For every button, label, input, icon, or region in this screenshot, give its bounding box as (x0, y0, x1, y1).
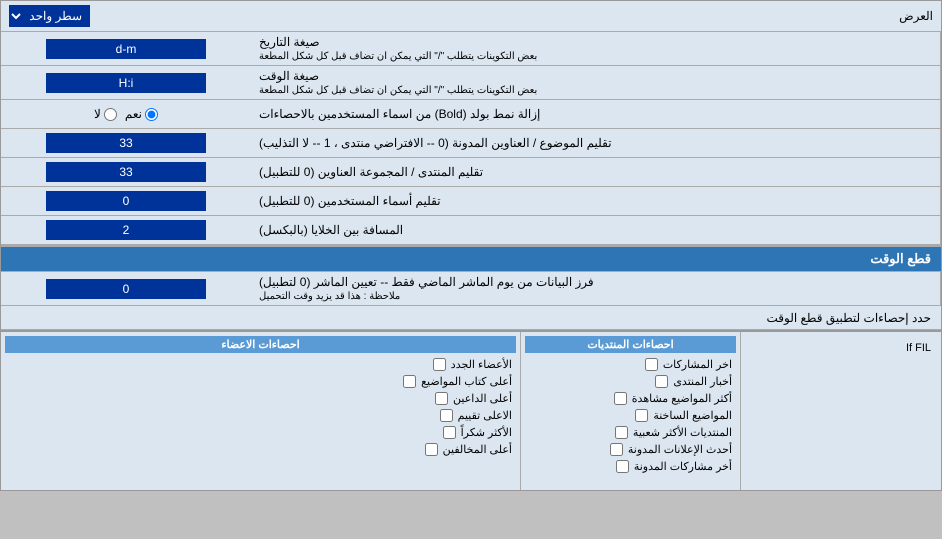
time-cut-main-label: فرز البيانات من يوم الماشر الماضي فقط --… (259, 275, 594, 289)
post-stat-item-0[interactable]: اخر المشاركات (525, 356, 736, 373)
member-stat-label-5: أعلى المخالفين (443, 443, 512, 456)
time-cut-row: فرز البيانات من يوم الماشر الماضي فقط --… (1, 272, 941, 306)
time-cut-input[interactable] (46, 279, 206, 299)
member-stat-label-3: الاعلى تقييم (458, 409, 512, 422)
cell-spacing-label: المسافة بين الخلايا (بالبكسل) (251, 216, 941, 244)
forum-sort-input[interactable] (46, 162, 206, 182)
time-format-row: صيغة الوقت بعض التكوينات يتطلب "/" التي … (1, 66, 941, 100)
topic-sort-input-cell (1, 129, 251, 157)
bold-remove-input-cell: نعم لا (1, 100, 251, 128)
forum-sort-label: تقليم المنتدى / المجموعة العناوين (0 للت… (251, 158, 941, 186)
date-format-input[interactable] (46, 39, 206, 59)
member-stat-item-4[interactable]: الأكثر شكراً (5, 424, 516, 441)
post-stat-check-2[interactable] (614, 392, 627, 405)
members-stats-header: احصاءات الاعضاء (5, 336, 516, 353)
stats-right-panel: If FIL (741, 332, 941, 490)
user-sort-input[interactable] (46, 191, 206, 211)
date-format-input-cell (1, 35, 251, 63)
post-stat-check-5[interactable] (610, 443, 623, 456)
bold-remove-radio-group: نعم لا (94, 107, 158, 121)
apply-label-row: حدد إحصاءات لتطبيق قطع الوقت (1, 306, 941, 330)
member-stat-item-0[interactable]: الأعضاء الجدد (5, 356, 516, 373)
member-stat-check-1[interactable] (403, 375, 416, 388)
bold-remove-no-label[interactable]: لا (94, 107, 117, 121)
stats-middle-panel: احصاءات المنتديات اخر المشاركات أخبار ال… (521, 332, 741, 490)
post-stat-label-1: أخبار المنتدى (673, 375, 732, 388)
bold-remove-row: إزالة نمط بولد (Bold) من اسماء المستخدمي… (1, 100, 941, 129)
member-stat-label-0: الأعضاء الجدد (451, 358, 512, 371)
post-stat-label-2: أكثر المواضيع مشاهدة (632, 392, 732, 405)
if-fil-text: If FIL (745, 336, 937, 360)
member-stat-label-2: أعلى الداعين (453, 392, 512, 405)
posts-stats-header: احصاءات المنتديات (525, 336, 736, 353)
display-mode-select[interactable]: سطر واحد سطرين (9, 5, 90, 27)
member-stat-label-4: الأكثر شكراً (461, 426, 512, 439)
post-stat-check-0[interactable] (645, 358, 658, 371)
time-cut-input-cell (1, 275, 251, 303)
time-cut-label: فرز البيانات من يوم الماشر الماضي فقط --… (251, 272, 941, 305)
time-format-input[interactable] (46, 73, 206, 93)
bold-remove-yes-radio[interactable] (145, 108, 158, 121)
post-stat-item-1[interactable]: أخبار المنتدى (525, 373, 736, 390)
post-stat-label-6: أخر مشاركات المدونة (634, 460, 732, 473)
post-stat-label-3: المواضيع الساخنة (653, 409, 732, 422)
post-stat-label-4: المنتديات الأكثر شعبية (633, 426, 732, 439)
member-stat-check-5[interactable] (425, 443, 438, 456)
cell-spacing-input[interactable] (46, 220, 206, 240)
post-stat-item-5[interactable]: أحدث الإعلانات المدونة (525, 441, 736, 458)
top-select-area: سطر واحد سطرين (9, 5, 90, 27)
user-sort-label: تقليم أسماء المستخدمين (0 للتطبيل) (251, 187, 941, 215)
topic-sort-label: تقليم الموضوع / العناوين المدونة (0 -- ا… (251, 129, 941, 157)
top-header-row: العرض سطر واحد سطرين (1, 1, 941, 32)
time-format-label: صيغة الوقت بعض التكوينات يتطلب "/" التي … (251, 66, 941, 99)
bold-remove-yes-label[interactable]: نعم (125, 107, 158, 121)
date-format-row: صيغة التاريخ بعض التكوينات يتطلب "/" الت… (1, 32, 941, 66)
member-stat-item-5[interactable]: أعلى المخالفين (5, 441, 516, 458)
page-title: العرض (899, 9, 933, 23)
member-stat-item-3[interactable]: الاعلى تقييم (5, 407, 516, 424)
member-stat-check-3[interactable] (440, 409, 453, 422)
stats-left-panel: احصاءات الاعضاء الأعضاء الجدد أعلى كتاب … (1, 332, 521, 490)
post-stat-check-3[interactable] (635, 409, 648, 422)
topic-sort-row: تقليم الموضوع / العناوين المدونة (0 -- ا… (1, 129, 941, 158)
time-cut-note: ملاحظة : هذا قد يزيد وقت التحميل (259, 291, 400, 302)
post-stat-item-6[interactable]: أخر مشاركات المدونة (525, 458, 736, 475)
time-format-main-label: صيغة الوقت (259, 69, 319, 83)
member-stat-item-2[interactable]: أعلى الداعين (5, 390, 516, 407)
time-cut-section-header: قطع الوقت (1, 245, 941, 272)
member-stat-label-1: أعلى كتاب المواضيع (421, 375, 512, 388)
topic-sort-input[interactable] (46, 133, 206, 153)
forum-sort-input-cell (1, 158, 251, 186)
stats-container: If FIL احصاءات المنتديات اخر المشاركات أ… (1, 330, 941, 490)
bold-remove-no-radio[interactable] (104, 108, 117, 121)
member-stat-item-1[interactable]: أعلى كتاب المواضيع (5, 373, 516, 390)
post-stat-check-1[interactable] (655, 375, 668, 388)
post-stat-label-0: اخر المشاركات (663, 358, 732, 371)
date-format-main-label: صيغة التاريخ (259, 35, 320, 49)
cell-spacing-row: المسافة بين الخلايا (بالبكسل) (1, 216, 941, 245)
bold-remove-label: إزالة نمط بولد (Bold) من اسماء المستخدمي… (251, 100, 941, 128)
date-format-label: صيغة التاريخ بعض التكوينات يتطلب "/" الت… (251, 32, 941, 65)
post-stat-item-2[interactable]: أكثر المواضيع مشاهدة (525, 390, 736, 407)
post-stat-label-5: أحدث الإعلانات المدونة (628, 443, 732, 456)
post-stat-check-4[interactable] (615, 426, 628, 439)
time-format-note: بعض التكوينات يتطلب "/" التي يمكن ان تضا… (259, 85, 537, 96)
date-format-note: بعض التكوينات يتطلب "/" التي يمكن ان تضا… (259, 51, 537, 62)
time-format-input-cell (1, 69, 251, 97)
main-container: العرض سطر واحد سطرين صيغة التاريخ بعض ال… (0, 0, 942, 491)
member-stat-check-2[interactable] (435, 392, 448, 405)
apply-label-text: حدد إحصاءات لتطبيق قطع الوقت (11, 311, 931, 325)
post-stat-item-4[interactable]: المنتديات الأكثر شعبية (525, 424, 736, 441)
post-stat-check-6[interactable] (616, 460, 629, 473)
member-stat-check-0[interactable] (433, 358, 446, 371)
cell-spacing-input-cell (1, 216, 251, 244)
user-sort-row: تقليم أسماء المستخدمين (0 للتطبيل) (1, 187, 941, 216)
forum-sort-row: تقليم المنتدى / المجموعة العناوين (0 للت… (1, 158, 941, 187)
user-sort-input-cell (1, 187, 251, 215)
member-stat-check-4[interactable] (443, 426, 456, 439)
post-stat-item-3[interactable]: المواضيع الساخنة (525, 407, 736, 424)
